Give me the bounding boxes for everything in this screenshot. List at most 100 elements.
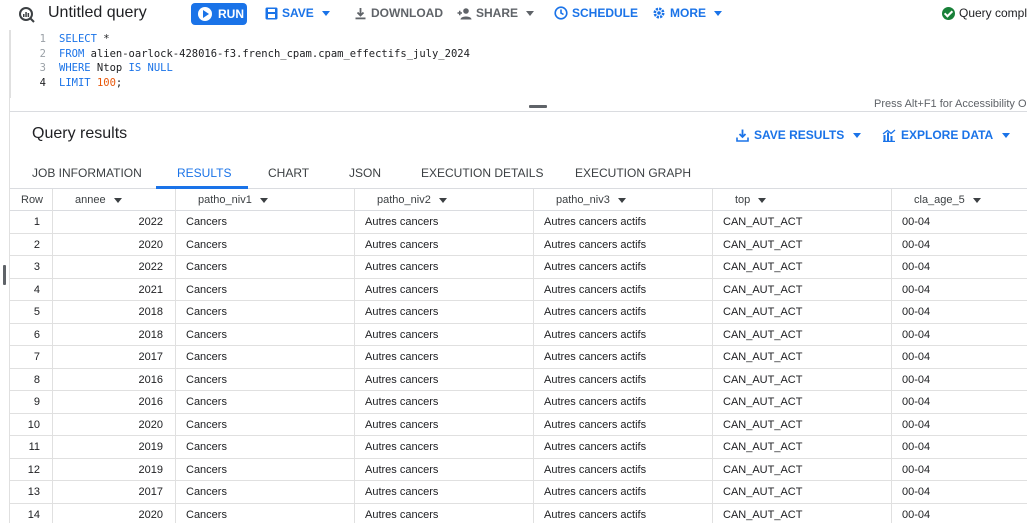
cell-top[interactable]: CAN_AUT_ACT — [713, 458, 892, 481]
sort-dropdown-icon[interactable] — [758, 197, 767, 203]
cell-cla-age-5[interactable]: 00-04 — [892, 211, 1027, 233]
cell-patho-niv3[interactable]: Autres cancers actifs — [534, 458, 713, 481]
tab-execution-graph[interactable]: EXECUTION GRAPH — [575, 166, 691, 180]
cell-annee[interactable]: 2016 — [53, 368, 176, 391]
table-row[interactable]: 5 2018 Cancers Autres cancers Autres cancers… — [10, 301, 1027, 324]
cell-annee[interactable]: 2020 — [53, 413, 176, 436]
cell-patho-niv3[interactable]: Autres cancers actifs — [534, 368, 713, 391]
cell-annee[interactable]: 2021 — [53, 278, 176, 301]
cell-patho-niv3[interactable]: Autres cancers actifs — [534, 233, 713, 256]
cell-cla-age-5[interactable]: 00-04 — [892, 301, 1027, 323]
cell-patho-niv1[interactable]: Cancers — [176, 391, 355, 413]
table-row[interactable]: 12 2019 Cancers Autres cancers Autres cancer… — [10, 458, 1027, 481]
cell-row[interactable]: 9 — [10, 391, 53, 413]
column-header-top[interactable]: top — [713, 189, 892, 211]
panel-resize-handle[interactable] — [3, 265, 6, 285]
cell-row[interactable]: 13 — [10, 481, 53, 503]
cell-top[interactable]: CAN_AUT_ACT — [713, 436, 892, 458]
cell-row[interactable]: 6 — [10, 323, 53, 346]
sort-dropdown-icon[interactable] — [259, 197, 268, 203]
cell-cla-age-5[interactable]: 00-04 — [892, 324, 1027, 346]
column-header-patho-niv3[interactable]: patho_niv3 — [534, 189, 713, 211]
cell-top[interactable]: CAN_AUT_ACT — [713, 256, 892, 278]
cell-patho-niv2[interactable]: Autres cancers — [355, 458, 534, 481]
cell-row[interactable]: 14 — [10, 503, 53, 523]
cell-cla-age-5[interactable]: 00-04 — [892, 256, 1027, 278]
column-header-patho-niv2[interactable]: patho_niv2 — [355, 189, 534, 211]
cell-patho-niv3[interactable]: Autres cancers actifs — [534, 391, 713, 413]
tab-json[interactable]: JSON — [349, 166, 381, 180]
editor-resize-handle[interactable] — [529, 105, 547, 108]
column-header-annee[interactable]: annee — [53, 189, 176, 211]
cell-patho-niv1[interactable]: Cancers — [176, 233, 355, 256]
cell-patho-niv2[interactable]: Autres cancers — [355, 323, 534, 346]
cell-top[interactable]: CAN_AUT_ACT — [713, 323, 892, 346]
query-title[interactable]: Untitled query — [48, 4, 147, 22]
table-row[interactable]: 1 2022 Cancers Autres cancers Autres cancers… — [10, 211, 1027, 234]
cell-row[interactable]: 7 — [10, 346, 53, 368]
save-button[interactable]: SAVE — [265, 6, 330, 20]
table-row[interactable]: 2 2020 Cancers Autres cancers Autres cancers… — [10, 233, 1027, 256]
table-row[interactable]: 6 2018 Cancers Autres cancers Autres cancers… — [10, 323, 1027, 346]
cell-patho-niv1[interactable]: Cancers — [176, 503, 355, 523]
cell-patho-niv2[interactable]: Autres cancers — [355, 256, 534, 278]
table-row[interactable]: 10 2020 Cancers Autres cancers Autres cancer… — [10, 413, 1027, 436]
sort-dropdown-icon[interactable] — [617, 197, 626, 203]
cell-patho-niv3[interactable]: Autres cancers actifs — [534, 301, 713, 323]
cell-row[interactable]: 3 — [10, 256, 53, 278]
cell-patho-niv3[interactable]: Autres cancers actifs — [534, 503, 713, 523]
cell-top[interactable]: CAN_AUT_ACT — [713, 346, 892, 368]
cell-annee[interactable]: 2020 — [53, 503, 176, 523]
cell-row[interactable]: 8 — [10, 368, 53, 391]
cell-row[interactable]: 12 — [10, 458, 53, 481]
cell-patho-niv2[interactable]: Autres cancers — [355, 346, 534, 368]
sort-dropdown-icon[interactable] — [113, 197, 122, 203]
cell-patho-niv1[interactable]: Cancers — [176, 301, 355, 323]
cell-row[interactable]: 5 — [10, 301, 53, 323]
more-button[interactable]: MORE — [652, 6, 722, 20]
cell-patho-niv3[interactable]: Autres cancers actifs — [534, 211, 713, 233]
tab-job-information[interactable]: JOB INFORMATION — [32, 166, 142, 180]
cell-top[interactable]: CAN_AUT_ACT — [713, 278, 892, 301]
cell-patho-niv1[interactable]: Cancers — [176, 278, 355, 301]
cell-annee[interactable]: 2019 — [53, 436, 176, 458]
cell-patho-niv3[interactable]: Autres cancers actifs — [534, 436, 713, 458]
cell-patho-niv1[interactable]: Cancers — [176, 256, 355, 278]
run-button[interactable]: RUN — [191, 3, 247, 25]
cell-annee[interactable]: 2017 — [53, 481, 176, 503]
table-row[interactable]: 4 2021 Cancers Autres cancers Autres cancers… — [10, 278, 1027, 301]
cell-top[interactable]: CAN_AUT_ACT — [713, 413, 892, 436]
save-results-button[interactable]: SAVE RESULTS — [736, 128, 862, 142]
cell-patho-niv2[interactable]: Autres cancers — [355, 368, 534, 391]
table-row[interactable]: 14 2020 Cancers Autres cancers Autres cancer… — [10, 503, 1027, 523]
table-row[interactable]: 3 2022 Cancers Autres cancers Autres cancers… — [10, 256, 1027, 279]
cell-cla-age-5[interactable]: 00-04 — [892, 436, 1027, 458]
cell-annee[interactable]: 2017 — [53, 346, 176, 368]
cell-annee[interactable]: 2020 — [53, 233, 176, 256]
cell-cla-age-5[interactable]: 00-04 — [892, 346, 1027, 368]
schedule-button[interactable]: SCHEDULE — [554, 6, 638, 20]
share-button[interactable]: SHARE — [457, 6, 535, 20]
sort-dropdown-icon[interactable] — [972, 197, 981, 203]
cell-patho-niv2[interactable]: Autres cancers — [355, 436, 534, 458]
cell-patho-niv3[interactable]: Autres cancers actifs — [534, 278, 713, 301]
cell-patho-niv2[interactable]: Autres cancers — [355, 503, 534, 523]
cell-cla-age-5[interactable]: 00-04 — [892, 481, 1027, 503]
cell-row[interactable]: 1 — [10, 211, 53, 233]
table-row[interactable]: 13 2017 Cancers Autres cancers Autres cancer… — [10, 481, 1027, 504]
cell-row[interactable]: 4 — [10, 278, 53, 301]
tab-results[interactable]: RESULTS — [177, 166, 231, 180]
cell-cla-age-5[interactable]: 00-04 — [892, 391, 1027, 413]
cell-annee[interactable]: 2022 — [53, 211, 176, 233]
tab-chart[interactable]: CHART — [268, 166, 309, 180]
cell-patho-niv3[interactable]: Autres cancers actifs — [534, 413, 713, 436]
cell-patho-niv2[interactable]: Autres cancers — [355, 211, 534, 233]
cell-patho-niv3[interactable]: Autres cancers actifs — [534, 481, 713, 503]
cell-annee[interactable]: 2018 — [53, 301, 176, 323]
column-header-row[interactable]: Row — [10, 189, 53, 211]
cell-row[interactable]: 11 — [10, 436, 53, 458]
cell-cla-age-5[interactable]: 00-04 — [892, 504, 1027, 523]
cell-top[interactable]: CAN_AUT_ACT — [713, 503, 892, 523]
cell-top[interactable]: CAN_AUT_ACT — [713, 391, 892, 413]
tab-execution-details[interactable]: EXECUTION DETAILS — [421, 166, 543, 180]
